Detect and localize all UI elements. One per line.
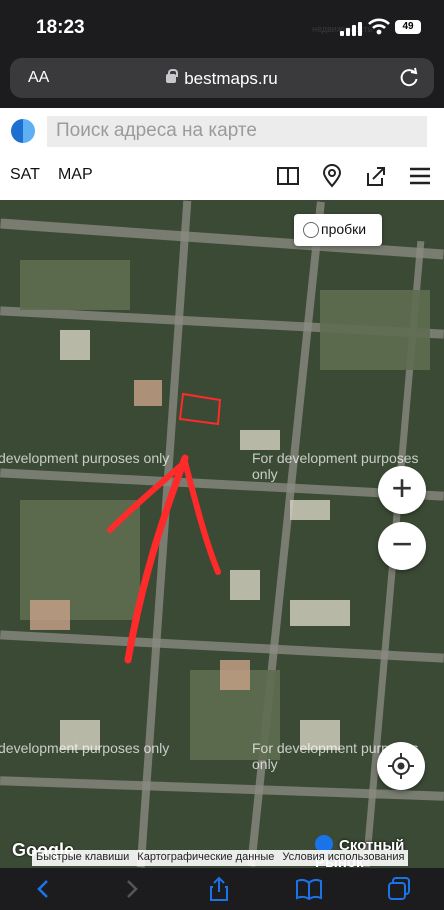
map-attribution: Быстрые клавиши Картографические данные … — [32, 850, 409, 866]
map-type-tabs: SAT MAP — [10, 166, 93, 184]
dev-watermark: development purposes only — [0, 450, 170, 466]
menu-icon[interactable] — [408, 164, 432, 188]
share-sheet-icon[interactable] — [207, 876, 231, 902]
back-icon[interactable] — [32, 877, 56, 901]
share-icon[interactable] — [364, 164, 388, 188]
location-pin-icon[interactable] — [320, 164, 344, 188]
split-view-icon[interactable] — [276, 164, 300, 188]
zoom-out-button[interactable]: − — [378, 522, 426, 570]
attribution-map-data[interactable]: Картографические данные — [137, 851, 274, 865]
browser-bottom-bar — [0, 868, 444, 910]
bookmarks-icon[interactable] — [295, 877, 323, 901]
tab-sat[interactable]: SAT — [10, 166, 40, 184]
dev-watermark: development purposes only — [0, 740, 170, 756]
attribution-shortcuts[interactable]: Быстрые клавиши — [36, 851, 129, 865]
traffic-checkbox[interactable] — [303, 222, 319, 238]
status-bar: 18:23 недвижимость 49 — [0, 0, 444, 52]
traffic-label: пробки — [321, 221, 367, 237]
site-logo-icon[interactable] — [11, 119, 35, 143]
my-location-button[interactable] — [377, 742, 425, 790]
signal-icon — [340, 22, 362, 36]
parcel-outline — [178, 392, 222, 426]
toolbar-actions — [276, 164, 432, 188]
attribution-terms[interactable]: Условия использования — [282, 851, 404, 865]
search-input[interactable]: Поиск адреса на карте — [47, 116, 427, 147]
status-time: 18:23 — [36, 17, 85, 38]
reload-icon[interactable] — [398, 67, 420, 89]
traffic-toggle[interactable]: пробки — [294, 214, 382, 246]
zoom-in-button[interactable]: + — [378, 466, 426, 514]
tabs-icon[interactable] — [386, 876, 412, 902]
tab-map[interactable]: MAP — [58, 166, 93, 184]
wifi-icon — [368, 18, 390, 35]
address-bar[interactable]: AA bestmaps.ru — [10, 58, 434, 98]
forward-icon[interactable] — [119, 877, 143, 901]
battery-icon: 49 — [395, 20, 421, 34]
url-display[interactable]: bestmaps.ru — [10, 69, 434, 89]
lock-icon — [166, 69, 179, 83]
url-text: bestmaps.ru — [184, 69, 278, 88]
crosshair-icon — [388, 753, 414, 779]
